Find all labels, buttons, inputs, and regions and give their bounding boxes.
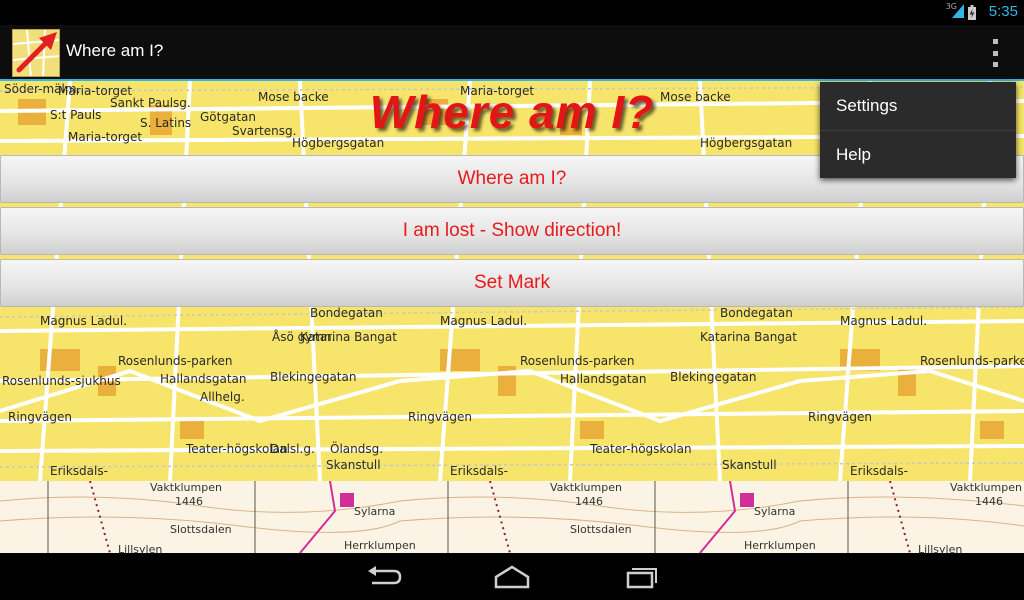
topo-label: 1446 (975, 495, 1003, 508)
topo-label: Vaktklumpen (550, 481, 622, 494)
map-label: Åsö gymn. (272, 329, 335, 344)
map-label: Bondegatan (310, 306, 383, 320)
set-mark-button[interactable]: Set Mark (0, 259, 1024, 307)
map-label: Magnus Ladul. (440, 314, 527, 328)
app-title: Where am I? (66, 41, 164, 60)
topo-label: Sylarna (354, 505, 395, 518)
map-label: Rosenlunds-parken (520, 354, 635, 368)
topo-label: Sylarna (754, 505, 795, 518)
map-label: Teater-högskolan (589, 442, 692, 456)
map-label: Hallandsgatan (160, 372, 247, 386)
navigation-bar (0, 553, 1024, 600)
status-bar: 3G 5:35 (0, 0, 1024, 25)
topo-label: Vaktklumpen (950, 481, 1022, 494)
map-label: Ringvägen (808, 410, 872, 424)
back-arrow-icon[interactable] (364, 563, 404, 591)
map-label: Allhelg. (200, 390, 245, 404)
action-bar: Where am I? (0, 25, 1024, 81)
menu-item-help[interactable]: Help (820, 130, 1016, 178)
map-label: Skanstull (326, 458, 381, 472)
topo-map-background: Vaktklumpen 1446 Sylarna Slottsdalen Her… (0, 481, 1024, 553)
red-arrow-on-map-icon (13, 30, 59, 76)
map-label: Bondegatan (720, 306, 793, 320)
map-label: Eriksdals- (450, 464, 508, 478)
show-direction-button[interactable]: I am lost - Show direction! (0, 207, 1024, 255)
topo-label: Vaktklumpen (150, 481, 222, 494)
map-label: Ringvägen (8, 410, 72, 424)
overflow-popup-menu: Settings Help (820, 82, 1016, 178)
topo-label: Herrklumpen (744, 539, 816, 552)
map-label: Eriksdals- (50, 464, 108, 478)
map-label: Blekingegatan (670, 370, 756, 384)
map-label: Magnus Ladul. (40, 314, 127, 328)
topo-label: 1446 (175, 495, 203, 508)
map-label: Hallandsgatan (560, 372, 647, 386)
map-label: Dalsl.g. (270, 442, 315, 456)
topo-label: Herrklumpen (344, 539, 416, 552)
overflow-menu-icon[interactable] (988, 39, 1002, 67)
clock: 5:35 (988, 3, 1018, 20)
map-label: Katarina Bangat (700, 330, 797, 344)
home-icon[interactable] (492, 563, 532, 591)
map-label: Blekingegatan (270, 370, 356, 384)
menu-item-settings[interactable]: Settings (820, 82, 1016, 130)
map-label: Ölandsg. (330, 440, 383, 456)
topo-label: Slottsdalen (170, 523, 232, 536)
battery-icon (968, 5, 976, 20)
map-label: Magnus Ladul. (840, 314, 927, 328)
map-label: Eriksdals- (850, 464, 908, 478)
topo-label: Lillsylen (118, 543, 162, 553)
map-label: Rosenlunds-sjukhus (2, 374, 121, 388)
topo-label: Slottsdalen (570, 523, 632, 536)
topo-label: 1446 (575, 495, 603, 508)
map-label: Rosenlunds-parken (920, 354, 1024, 368)
map-label: Skanstull (722, 458, 777, 472)
signal-icon (952, 4, 964, 18)
map-label: Ringvägen (408, 410, 472, 424)
topo-label: Lillsylen (918, 543, 962, 553)
map-label: Rosenlunds-parken (118, 354, 233, 368)
recent-apps-icon[interactable] (620, 563, 660, 591)
app-icon[interactable] (12, 29, 60, 77)
